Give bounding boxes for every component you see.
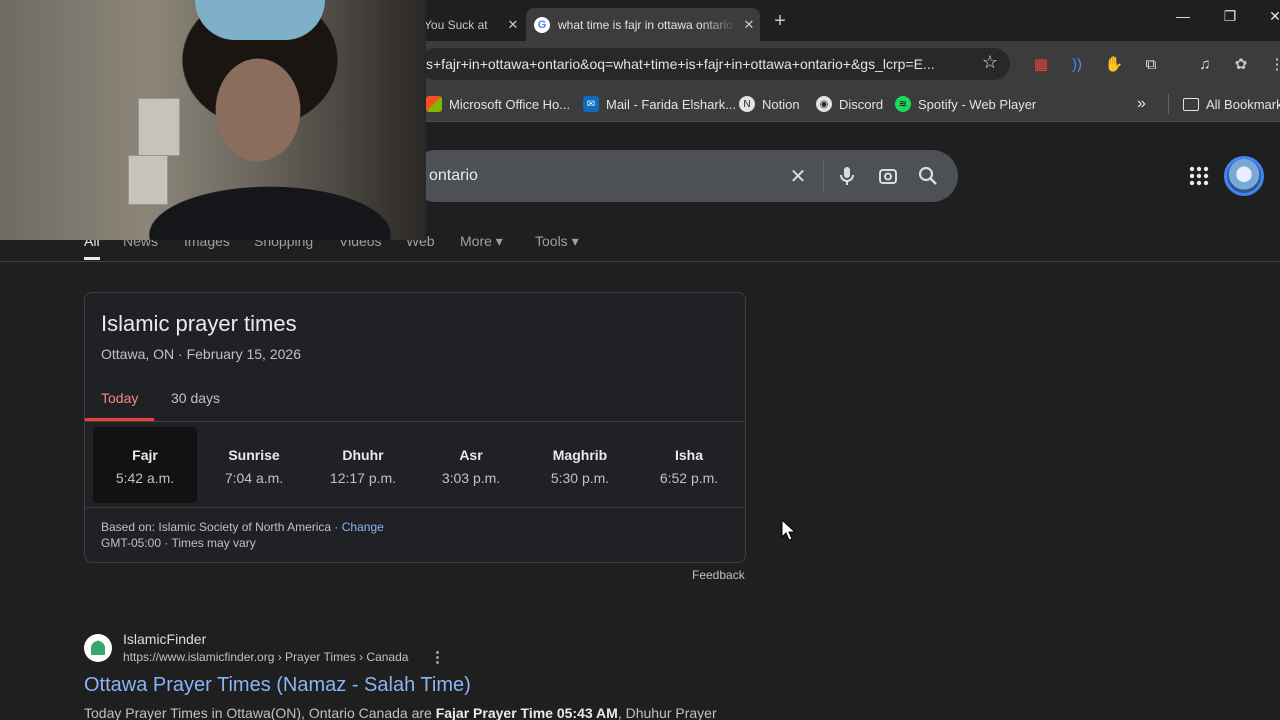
based-on-text: Based on: Islamic Society of North Ameri… [101, 520, 342, 534]
prayer-name: Sunrise [228, 447, 280, 463]
snippet-text-end: , Dhuhur Prayer [617, 705, 717, 720]
tab-30-days[interactable]: 30 days [171, 390, 220, 406]
extension-grid-icon[interactable]: ▦ [1030, 53, 1052, 75]
bookmark-label: Notion [762, 96, 800, 112]
cap-shape [195, 0, 325, 40]
folder-icon [1183, 97, 1199, 111]
prayer-sunrise[interactable]: Sunrise 7:04 a.m. [202, 427, 306, 503]
microphone-icon[interactable] [834, 163, 860, 189]
divider [85, 507, 745, 508]
prayer-times-row: Fajr 5:42 a.m. Sunrise 7:04 a.m. Dhuhr 1… [93, 427, 745, 503]
timezone-note: GMT-05:00 · Times may vary [101, 536, 256, 550]
bookmark-label: Mail - Farida Elshark... [606, 96, 737, 112]
card-subtitle: Ottawa, ON · February 15, 2026 [101, 346, 301, 362]
google-icon: G [534, 16, 550, 33]
prayer-name: Isha [674, 447, 703, 463]
close-window-icon[interactable]: ✕ [1260, 8, 1280, 25]
google-apps-icon[interactable] [1186, 163, 1212, 189]
close-icon[interactable]: ✕ [738, 17, 760, 33]
address-bar[interactable]: s+fajr+in+ottawa+ontario&oq=what+time+is… [420, 48, 1010, 80]
tab-today[interactable]: Today [101, 390, 138, 406]
prayer-time: 6:52 p.m. [659, 470, 719, 486]
microsoft-office-icon [426, 96, 442, 112]
search-query: ontario [429, 167, 478, 184]
search-divider [823, 160, 824, 192]
menu-kebab-icon[interactable]: ⋮ [1266, 53, 1280, 75]
prayer-name: Fajr [132, 447, 158, 463]
prayer-time: 5:30 p.m. [550, 470, 610, 486]
islamicfinder-icon [84, 634, 112, 662]
filter-tools[interactable]: Tools ▾ [535, 233, 579, 250]
bookmark-star-icon[interactable]: ☆ [982, 52, 998, 73]
card-title: Islamic prayer times [101, 311, 297, 336]
prayer-dhuhr[interactable]: Dhuhr 12:17 p.m. [311, 427, 415, 503]
bookmark-notion[interactable]: N Notion [739, 94, 800, 114]
prayer-time: 3:03 p.m. [441, 470, 501, 486]
prayer-name: Dhuhr [342, 447, 384, 463]
prayer-isha[interactable]: Isha 6:52 p.m. [637, 427, 741, 503]
tab-previous[interactable]: You Suck at ✕ [424, 8, 524, 41]
clear-icon[interactable]: ✕ [785, 163, 811, 189]
prayer-name: Maghrib [552, 447, 608, 463]
tab-title: You Suck at [424, 17, 488, 32]
snippet-bold: Fajar Prayer Time 05:43 AM [435, 705, 618, 720]
bookmark-discord[interactable]: ◉ Discord [816, 94, 883, 114]
adblock-icon[interactable]: ✋ [1103, 53, 1125, 75]
search-icon[interactable] [915, 163, 941, 189]
close-icon[interactable]: ✕ [502, 17, 524, 33]
bookmark-label: Microsoft Office Ho... [449, 96, 571, 112]
url-text: s+fajr+in+ottawa+ontario&oq=what+time+is… [426, 56, 935, 72]
calculation-method: Based on: Islamic Society of North Ameri… [101, 520, 384, 534]
wall-poster [128, 155, 168, 205]
prayer-name: Asr [459, 447, 483, 463]
bookmark-mail[interactable]: ✉ Mail - Farida Elshark... [583, 94, 736, 114]
extensions-puzzle-icon[interactable]: ⧉ [1140, 53, 1162, 75]
restore-icon[interactable]: ❐ [1215, 8, 1245, 25]
snippet-text: Today Prayer Times in Ottawa(ON), Ontari… [84, 705, 436, 720]
result-more-icon[interactable]: ⋮ [430, 648, 445, 666]
bookmark-spotify[interactable]: ≋ Spotify - Web Player [895, 94, 1036, 114]
bookmarks-overflow-icon[interactable]: » [1137, 94, 1146, 114]
mail-icon: ✉ [583, 96, 599, 112]
bookmark-label: Spotify - Web Player [918, 96, 1037, 112]
result-url[interactable]: https://www.islamicfinder.org › Prayer T… [123, 650, 408, 664]
change-link[interactable]: Change [342, 520, 384, 534]
account-avatar[interactable] [1224, 156, 1264, 196]
result-title-link[interactable]: Ottawa Prayer Times (Namaz - Salah Time) [84, 674, 471, 697]
filter-more[interactable]: More ▾ [460, 233, 503, 250]
search-box[interactable]: ontario ✕ [410, 150, 958, 202]
discord-icon: ◉ [816, 96, 832, 112]
prayer-times-card: Islamic prayer times Ottawa, ON · Februa… [84, 292, 746, 563]
bookmark-microsoft-office[interactable]: Microsoft Office Ho... [426, 94, 570, 114]
prayer-maghrib[interactable]: Maghrib 5:30 p.m. [528, 427, 632, 503]
extension-wave-icon[interactable]: )) [1066, 53, 1088, 75]
result-site-name[interactable]: IslamicFinder [123, 631, 206, 647]
notion-icon: N [739, 96, 755, 112]
result-snippet: Today Prayer Times in Ottawa(ON), Ontari… [84, 705, 717, 720]
tab-active[interactable]: G what time is fajr in ottawa ontario ✕ [526, 8, 760, 41]
mouse-cursor-icon [781, 519, 797, 541]
profile-icon[interactable]: ✿ [1230, 53, 1252, 75]
media-control-icon[interactable]: ♫ [1194, 53, 1216, 75]
tab-title: what time is fajr in ottawa ontario [558, 17, 733, 32]
prayer-asr[interactable]: Asr 3:03 p.m. [419, 427, 523, 503]
divider [85, 421, 745, 422]
prayer-time: 5:42 a.m. [115, 470, 175, 486]
lens-icon[interactable] [875, 163, 901, 189]
feedback-link[interactable]: Feedback [692, 568, 745, 582]
spotify-icon: ≋ [895, 96, 911, 112]
all-bookmarks-button[interactable]: All Bookmark [1168, 94, 1280, 114]
all-bookmarks-label: All Bookmark [1206, 96, 1280, 112]
prayer-time: 7:04 a.m. [224, 470, 284, 486]
webcam-overlay [0, 0, 426, 240]
prayer-fajr[interactable]: Fajr 5:42 a.m. [93, 427, 197, 503]
wall-poster [138, 98, 180, 156]
bookmark-label: Discord [839, 96, 884, 112]
prayer-time: 12:17 p.m. [329, 470, 397, 486]
minimize-icon[interactable]: — [1168, 8, 1198, 24]
new-tab-button[interactable]: + [770, 10, 790, 33]
